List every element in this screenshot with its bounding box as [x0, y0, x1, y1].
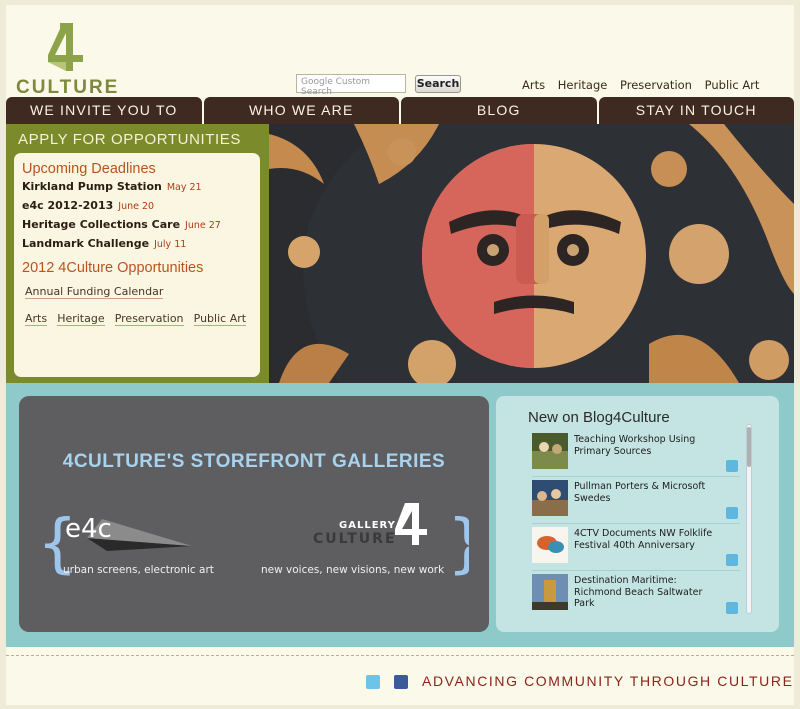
apply-title[interactable]: APPLY FOR OPPORTUNITIES: [18, 131, 241, 148]
twitter-icon[interactable]: [366, 675, 380, 689]
apply-card: Upcoming Deadlines Kirkland Pump Station…: [14, 153, 260, 377]
footer-tagline: ADVANCING COMMUNITY THROUGH CULTURE: [422, 673, 794, 689]
nav-stay-in-touch[interactable]: STAY IN TOUCH: [598, 97, 794, 124]
blog-thumbnail: [532, 527, 568, 563]
deadline-item[interactable]: Kirkland Pump Station May 21: [22, 180, 252, 193]
blog-item-title[interactable]: Pullman Porters & Microsoft Swedes: [574, 481, 724, 504]
nav-who-we-are[interactable]: WHO WE ARE: [203, 97, 399, 124]
search-input[interactable]: Google Custom Search: [296, 74, 406, 97]
e4c-caption: urban screens, electronic art: [63, 564, 214, 576]
blog-thumbnail: [532, 480, 568, 516]
category-link-public-art[interactable]: Public Art: [193, 312, 247, 326]
apply-panel: APPLY FOR OPPORTUNITIES Upcoming Deadlin…: [6, 124, 269, 383]
search-button[interactable]: Search: [415, 75, 461, 93]
blog-item-title[interactable]: 4CTV Documents NW Folklife Festival 40th…: [574, 528, 724, 551]
deadline-date: May 21: [166, 182, 202, 193]
deadline-name[interactable]: Heritage Collections Care: [22, 218, 180, 231]
deadline-date: June 20: [118, 201, 155, 212]
nav-we-invite-you-to[interactable]: WE INVITE YOU TO: [6, 97, 202, 124]
blog-title[interactable]: New on Blog4Culture: [528, 409, 670, 426]
page: CULTURE Google Custom Search Search Arts…: [6, 5, 794, 705]
deadline-date: July 11: [154, 239, 187, 250]
hero-image[interactable]: [269, 124, 794, 383]
gallery-label: GALLERY: [339, 520, 396, 531]
facebook-icon[interactable]: [394, 675, 408, 689]
top-link-heritage[interactable]: Heritage: [558, 78, 608, 92]
blog-item[interactable]: 4CTV Documents NW Folklife Festival 40th…: [532, 525, 740, 571]
logo-wordmark: CULTURE: [16, 77, 120, 98]
deadline-date: June 27: [185, 220, 221, 231]
blog-item[interactable]: Destination Maritime: Richmond Beach Sal…: [532, 572, 740, 618]
top-links: Arts Heritage Preservation Public Art: [522, 78, 768, 92]
4culture-logo[interactable]: CULTURE: [16, 15, 117, 98]
galleries-title: 4CULTURE'S STOREFRONT GALLERIES: [62, 451, 446, 472]
blog-scrollbar[interactable]: [746, 424, 752, 614]
search-placeholder: Google Custom Search: [301, 77, 371, 97]
opportunities-heading: 2012 4Culture Opportunities: [22, 260, 204, 276]
deadline-item[interactable]: Landmark Challenge July 11: [22, 237, 252, 250]
top-link-arts[interactable]: Arts: [522, 78, 545, 92]
svg-text:}: }: [447, 507, 469, 581]
blog-item-title[interactable]: Teaching Workshop Using Primary Sources: [574, 434, 724, 457]
twitter-share-icon[interactable]: [726, 460, 738, 472]
top-link-public-art[interactable]: Public Art: [705, 78, 760, 92]
category-link-arts[interactable]: Arts: [25, 312, 48, 326]
storefront-galleries-panel[interactable]: 4CULTURE'S STOREFRONT GALLERIES { e4c ur…: [19, 396, 489, 632]
e4c-logo-text: e4c: [65, 514, 112, 544]
deadline-name[interactable]: e4c 2012-2013: [22, 199, 113, 212]
blog-item[interactable]: Pullman Porters & Microsoft Swedes: [532, 478, 740, 524]
gallery-word: CULTURE: [313, 531, 397, 547]
footer-divider: [6, 655, 794, 656]
blog-panel: New on Blog4Culture Teaching Workshop Us…: [496, 396, 779, 632]
twitter-share-icon[interactable]: [726, 602, 738, 614]
twitter-share-icon[interactable]: [726, 554, 738, 566]
blog-scroll-thumb[interactable]: [747, 427, 751, 467]
main-nav: WE INVITE YOU TO WHO WE ARE BLOG STAY IN…: [6, 97, 794, 124]
featured-band: 4CULTURE'S STOREFRONT GALLERIES { e4c ur…: [6, 383, 794, 647]
annual-funding-calendar-link[interactable]: Annual Funding Calendar: [25, 285, 164, 299]
blog-thumbnail: [532, 574, 568, 610]
deadline-item[interactable]: e4c 2012-2013 June 20: [22, 199, 252, 212]
nav-blog[interactable]: BLOG: [401, 97, 597, 124]
deadline-name[interactable]: Kirkland Pump Station: [22, 180, 162, 193]
deadline-name[interactable]: Landmark Challenge: [22, 237, 149, 250]
blog-item[interactable]: Teaching Workshop Using Primary Sources: [532, 431, 740, 477]
deadline-item[interactable]: Heritage Collections Care June 27: [22, 218, 252, 231]
carved-mask-illustration: [269, 124, 794, 383]
blog-item-title[interactable]: Destination Maritime: Richmond Beach Sal…: [574, 575, 724, 610]
category-link-preservation[interactable]: Preservation: [114, 312, 184, 326]
top-link-preservation[interactable]: Preservation: [620, 78, 692, 92]
twitter-share-icon[interactable]: [726, 507, 738, 519]
gallery4-caption: new voices, new visions, new work: [261, 564, 445, 576]
blog-thumbnail: [532, 433, 568, 469]
upcoming-deadlines-heading: Upcoming Deadlines: [22, 161, 156, 177]
category-link-heritage[interactable]: Heritage: [57, 312, 105, 326]
logo-4-icon: [48, 23, 83, 71]
